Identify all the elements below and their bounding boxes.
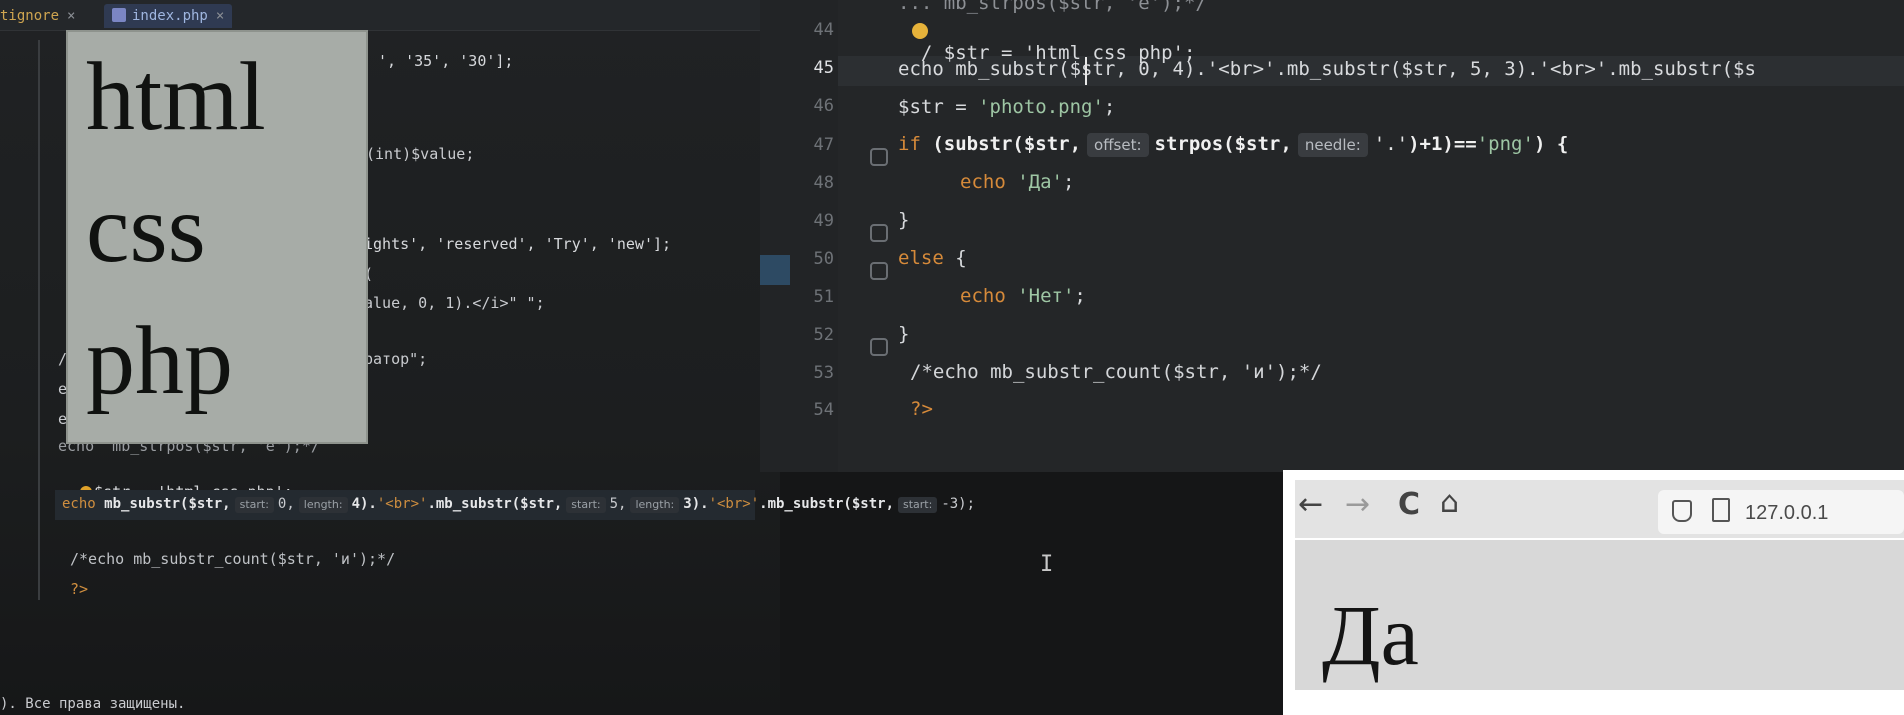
code-line: ратор";: [364, 350, 428, 368]
tab-label: index.php: [132, 8, 208, 24]
code-line: ?>: [70, 580, 89, 598]
code-line: echo 'Нет';: [960, 285, 1086, 307]
code-line: if (substr($str, offset: strpos($str, needl…: [898, 133, 1569, 157]
line-number: 50: [813, 249, 834, 269]
url-text[interactable]: 127.0.0.1: [1745, 502, 1828, 525]
page-output-text: Да: [1322, 587, 1419, 683]
tab-label: tignore: [0, 8, 60, 24]
code-line: echo mb_substr($str, 0, 4).'<br>'.mb_sub…: [898, 58, 1756, 80]
forward-button[interactable]: →: [1345, 490, 1370, 520]
param-hint-needle: needle:: [1297, 133, 1368, 157]
preview-word: css: [86, 175, 206, 283]
code-line: echo mb_substr($str, start: 0, length: 4).'<…: [62, 496, 976, 513]
code-line: echo 'Да';: [960, 171, 1075, 193]
tab-bar: tignore × index.php ×: [0, 0, 780, 31]
param-hint-length: length:: [630, 497, 680, 513]
fold-toggle-icon[interactable]: [870, 338, 888, 356]
code-line: alue, 0, 1).</i>" ";: [364, 294, 545, 312]
line-number: 51: [813, 287, 834, 307]
close-icon[interactable]: ×: [216, 8, 224, 24]
param-hint-start: start:: [566, 497, 606, 513]
code-line: (int)$value;: [366, 145, 475, 163]
tab-gitignore[interactable]: tignore ×: [0, 4, 75, 28]
change-marker: [760, 255, 790, 285]
param-hint-offset: offset:: [1087, 133, 1149, 157]
text-caret: [1085, 57, 1087, 85]
line-number: 44: [813, 20, 834, 40]
code-line: $str = 'photo.png';: [898, 96, 1116, 118]
line-number: 54: [813, 400, 834, 420]
line-number: 47: [813, 135, 834, 155]
code-line: ights', 'reserved', 'Try', 'new'];: [364, 235, 672, 253]
text-cursor-icon: I: [1040, 552, 1054, 577]
code-line: ', '35', '30'];: [378, 52, 514, 70]
back-button[interactable]: ←: [1298, 490, 1323, 520]
home-button[interactable]: ⌂: [1440, 488, 1459, 518]
shield-icon[interactable]: [1672, 500, 1692, 522]
preview-word: html: [86, 43, 266, 151]
footer-text: ). Все права защищены.: [0, 696, 186, 712]
output-preview-card: html css php: [66, 30, 368, 444]
code-line: /*echo mb_substr_count($str, 'и');*/: [910, 361, 1322, 383]
code-line: else {: [898, 247, 967, 269]
code-line: ... mb_strpos($str, 'e');*/: [898, 0, 1207, 14]
line-number: 49: [813, 211, 834, 231]
fold-toggle-icon[interactable]: [870, 262, 888, 280]
fold-toggle-icon[interactable]: [870, 224, 888, 242]
php-file-icon: [112, 8, 126, 22]
line-number: 53: [813, 363, 834, 383]
close-icon[interactable]: ×: [67, 8, 75, 24]
line-number: 48: [813, 173, 834, 193]
code-line: /*echo mb_substr_count($str, 'и');*/: [70, 550, 396, 568]
code-line: }: [898, 209, 910, 231]
line-number: 46: [813, 96, 834, 116]
param-hint-length: length:: [298, 497, 348, 513]
param-hint-start: start:: [234, 497, 274, 513]
tab-index-php[interactable]: index.php ×: [104, 4, 233, 28]
param-hint-start: start:: [898, 497, 938, 513]
fold-guide: [38, 40, 40, 600]
line-number: 52: [813, 325, 834, 345]
code-line: ?>: [910, 398, 933, 420]
reload-button[interactable]: C: [1398, 490, 1420, 520]
preview-word: php: [86, 307, 233, 415]
lightbulb-icon[interactable]: [912, 23, 928, 39]
page-icon: [1712, 498, 1730, 522]
code-line: }: [898, 323, 910, 345]
line-number: 45: [813, 58, 834, 78]
fold-toggle-icon[interactable]: [870, 148, 888, 166]
